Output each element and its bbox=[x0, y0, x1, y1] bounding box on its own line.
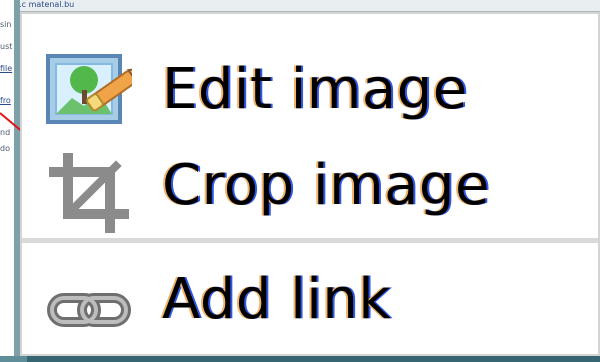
background-top-bar: gale.c matenal.bu bbox=[0, 0, 600, 12]
menu-item-label: Add link bbox=[162, 266, 392, 332]
menu-item-add-link[interactable]: Add link bbox=[22, 252, 598, 346]
edit-image-icon bbox=[46, 54, 146, 140]
crop-icon bbox=[46, 150, 132, 236]
menu-item-label: Edit image bbox=[162, 56, 468, 122]
background-snippet: sin bbox=[0, 20, 12, 29]
menu-item-label: Crop image bbox=[162, 152, 490, 218]
menu-divider bbox=[22, 238, 598, 243]
background-snippet-link[interactable]: file bbox=[0, 64, 20, 74]
background-snippet: nd bbox=[0, 128, 11, 137]
background-left-content bbox=[0, 0, 14, 356]
background-snippet-link[interactable]: fro bbox=[0, 96, 20, 106]
background-left-panel: sin ust file fro nd do bbox=[0, 0, 20, 356]
menu-item-edit-image[interactable]: Edit image bbox=[22, 42, 598, 136]
menu-item-crop-image[interactable]: Crop image bbox=[22, 138, 598, 233]
background-snippet: do bbox=[0, 144, 10, 153]
link-icon bbox=[46, 264, 132, 350]
context-menu: Edit image Crop image Add link bbox=[20, 12, 600, 356]
background-snippet: ust bbox=[0, 42, 13, 51]
